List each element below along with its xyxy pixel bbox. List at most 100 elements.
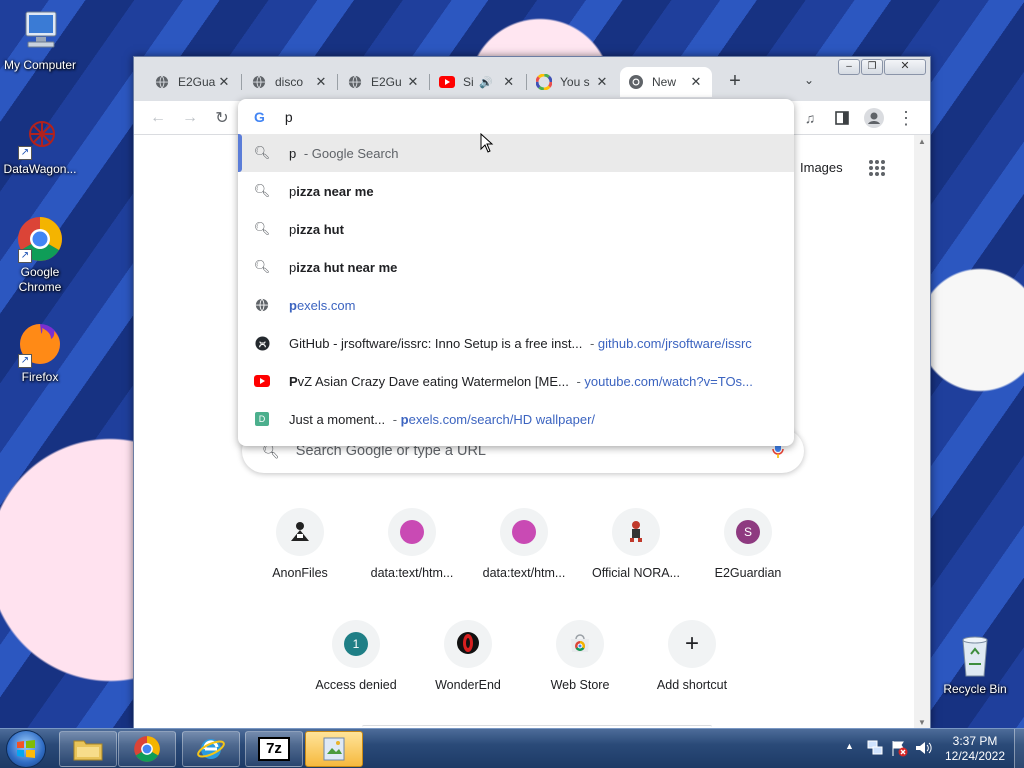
close-tab-icon[interactable]: ✕ [594,74,610,90]
side-panel-icon[interactable] [830,106,854,130]
shortcut-arrow-icon: ↗ [18,146,32,160]
taskbar-folder-app-button[interactable] [305,731,363,767]
network-icon[interactable] [866,739,884,760]
shortcut-tile[interactable]: Web Store [530,620,630,692]
suggestion-url-prefix: p [400,411,409,427]
desktop-icon-datawagon[interactable]: ↗ DataWagon... [0,112,80,177]
github-icon [254,335,270,351]
close-tab-icon[interactable]: ✕ [501,74,517,90]
back-arrow-icon[interactable]: ← [146,106,170,130]
firefox-icon: ↗ [16,320,64,368]
shortcut-tile[interactable]: 1 Access denied [306,620,406,692]
images-link[interactable]: Images [800,160,843,175]
tab-you-s[interactable]: You s ✕ [528,67,618,97]
tab-separator [337,74,338,90]
desktop-icon-my-computer[interactable]: My Computer [0,8,80,73]
vertical-scrollbar[interactable]: ▲ ▼ [914,135,930,729]
desktop-icon-google-chrome[interactable]: ↗ Google Chrome [0,215,80,295]
close-tab-icon[interactable]: ✕ [313,74,329,90]
windows-logo-icon [17,740,35,758]
minimize-button[interactable]: – [838,59,860,75]
apps-grid-icon[interactable] [868,159,886,177]
tab-search-chevron-down-icon[interactable]: ⌄ [804,73,814,87]
search-icon: 🔍︎ [253,259,271,274]
menu-kebab-icon[interactable]: ⋮ [894,106,918,130]
desktop-icon-firefox[interactable]: ↗ Firefox [0,320,80,385]
suggestion-item[interactable]: 🔍︎ p - Google Search [238,134,794,172]
media-controls-icon[interactable]: ♫ [798,106,822,130]
taskbar-ie-button[interactable] [182,731,240,767]
search-icon: 🔍︎ [253,221,271,236]
clock-time: 3:37 PM [952,734,998,748]
search-icon: 🔍︎ [253,145,271,160]
tab-discord[interactable]: disco ✕ [243,67,337,97]
internet-explorer-icon [197,739,225,759]
action-center-flag-icon[interactable] [890,739,908,760]
profile-avatar-icon[interactable] [862,106,886,130]
taskbar-explorer-button[interactable] [59,731,117,767]
add-shortcut-tile[interactable]: + Add shortcut [642,620,742,692]
d-site-icon: D [254,411,270,427]
wonderend-eye-icon [456,631,480,658]
close-tab-icon[interactable]: ✕ [216,74,232,90]
suggestion-title: GitHub - jrsoftware/issrc: Inno Setup is… [289,335,583,351]
suggestion-prefix: p [289,221,297,237]
suggestion-item[interactable]: pexels.com [238,286,794,324]
taskbar-7zip-button[interactable]: 7z [245,731,303,767]
shortcut-label: Web Store [550,678,610,692]
start-button[interactable] [6,730,46,768]
new-tab-button[interactable]: + [724,71,746,93]
restore-button[interactable]: ❐ [861,59,883,75]
close-window-button[interactable]: ✕ [884,59,926,75]
desktop-icon-label: Google Chrome [18,265,62,294]
scroll-up-arrow-icon[interactable]: ▲ [914,137,930,146]
tab-title: disco [275,75,304,89]
suggestion-title: Just a moment... [289,411,386,427]
scroll-down-arrow-icon[interactable]: ▼ [914,718,930,727]
taskbar-chrome-button[interactable] [118,731,176,767]
magenta-dot-icon [512,520,536,544]
tab-separator [526,74,527,90]
suggestion-prefix: P [289,373,298,389]
tab-strip: E2Gua ✕ disco ✕ E2Gu ✕ Si 🔊 ✕ You s ✕ Ne… [134,57,930,101]
globe-icon [251,74,267,90]
shortcut-tile[interactable]: AnonFiles [250,508,350,580]
close-tab-icon[interactable]: ✕ [688,74,704,90]
volume-speaker-icon[interactable] [914,739,932,760]
shortcut-tile[interactable]: S E2Guardian [698,508,798,580]
forward-arrow-icon[interactable]: → [178,106,202,130]
7zip-icon: 7z [258,737,290,761]
tab-title: E2Gu [371,75,402,89]
shortcut-tile[interactable]: Official NORA... [586,508,686,580]
shortcut-tile[interactable]: data:text/htm... [362,508,462,580]
suggestion-item[interactable]: PvZ Asian Crazy Dave eating Watermelon [… [238,362,794,400]
suggestion-item[interactable]: D Just a moment... - pexels.com/search/H… [238,400,794,438]
suggestion-item[interactable]: GitHub - jrsoftware/issrc: Inno Setup is… [238,324,794,362]
shortcut-arrow-icon: ↗ [18,354,32,368]
suggestion-url: exels.com [296,297,356,313]
tab-e2guardian-1[interactable]: E2Gua ✕ [146,67,240,97]
show-hidden-icons-button[interactable]: ▲ [845,741,854,751]
clock[interactable]: 3:37 PM 12/24/2022 [940,734,1010,764]
google-g-icon: G [254,108,265,125]
tab-title: New [652,75,677,89]
shortcut-tile[interactable]: WonderEnd [418,620,518,692]
tab-youtube[interactable]: Si 🔊 ✕ [431,67,525,97]
suggestion-completion: izza near me [296,183,374,199]
suggestion-item[interactable]: 🔍︎ p izza hut [238,210,794,248]
desktop-icon-recycle-bin[interactable]: Recycle Bin [935,632,1015,697]
tab-new-tab[interactable]: New ✕ [620,67,712,97]
omnibox-input[interactable] [284,108,765,125]
shortcut-tile[interactable]: data:text/htm... [474,508,574,580]
number-one-icon: 1 [344,632,368,656]
suggestion-item[interactable]: 🔍︎ p izza hut near me [238,248,794,286]
tab-e2guardian-2[interactable]: E2Gu ✕ [339,67,429,97]
reload-icon[interactable]: ↻ [210,106,234,130]
shortcut-label: data:text/htm... [482,566,566,580]
globe-icon [347,74,363,90]
close-tab-icon[interactable]: ✕ [405,74,421,90]
suggestion-item[interactable]: 🔍︎ p izza near me [238,172,794,210]
show-desktop-button[interactable] [1014,729,1024,768]
speaker-icon[interactable]: 🔊 [479,76,493,89]
suggestion-separator: - [586,335,598,351]
